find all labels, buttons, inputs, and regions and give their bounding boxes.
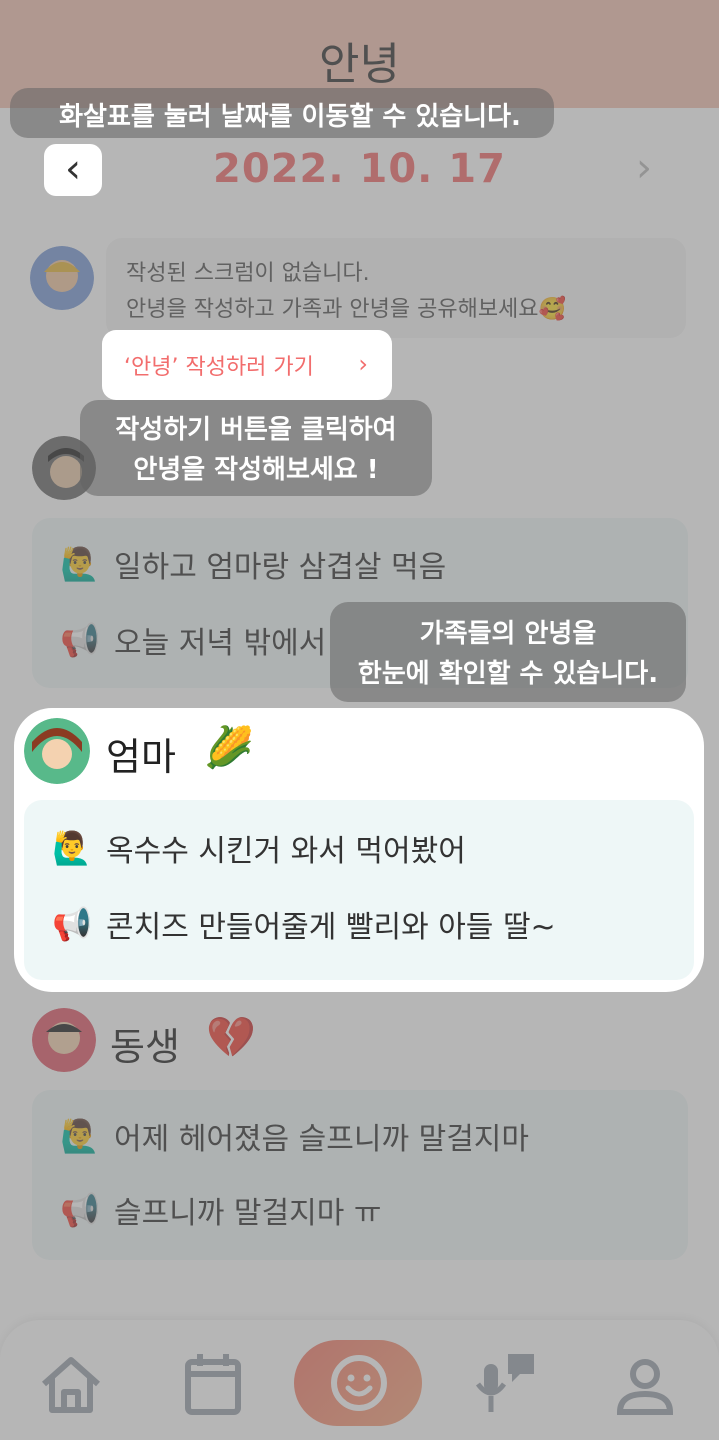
tip-line: 작성하기 버튼을 클릭하여 <box>115 415 397 445</box>
tutorial-tip-write: 작성하기 버튼을 클릭하여 안녕을 작성해보세요 ! <box>80 410 432 490</box>
corn-icon: 🌽 <box>204 725 254 771</box>
tip-line: 안녕을 작성해보세요 ! <box>133 455 379 485</box>
post-text: 콘치즈 만들어줄게 빨리와 아들 딸~ <box>106 910 556 945</box>
member-name: 엄마 <box>106 735 176 779</box>
avatar <box>24 718 90 784</box>
tutorial-tip-family: 가족들의 안녕을 한눈에 확인할 수 있습니다. <box>316 614 700 694</box>
tutorial-tip-date: 화살표를 눌러 날짜를 이동할 수 있습니다. <box>59 102 521 132</box>
chevron-left-icon[interactable]: ‹ <box>44 144 102 196</box>
list-item: 📢 콘치즈 만들어줄게 빨리와 아들 딸~ <box>52 902 556 946</box>
chevron-right-icon: › <box>358 350 368 378</box>
write-button-label: ‘안녕’ 작성하러 가기 <box>124 355 314 380</box>
tip-line: 한눈에 확인할 수 있습니다. <box>357 659 659 689</box>
write-button[interactable]: ‘안녕’ 작성하러 가기 › <box>102 330 392 400</box>
raising-hand-icon: 🙋‍♂️ <box>52 829 92 867</box>
megaphone-icon: 📢 <box>52 905 92 943</box>
list-item: 🙋‍♂️ 옥수수 시킨거 와서 먹어봤어 <box>52 826 466 870</box>
tip-line: 가족들의 안녕을 <box>419 619 597 649</box>
family-card: 🙋‍♂️ 옥수수 시킨거 와서 먹어봤어 📢 콘치즈 만들어줄게 빨리와 아들 … <box>24 800 694 980</box>
post-text: 옥수수 시킨거 와서 먹어봤어 <box>106 834 466 869</box>
highlighted-member-card[interactable]: 엄마 🌽 🙋‍♂️ 옥수수 시킨거 와서 먹어봤어 📢 콘치즈 만들어줄게 빨리… <box>14 708 704 992</box>
